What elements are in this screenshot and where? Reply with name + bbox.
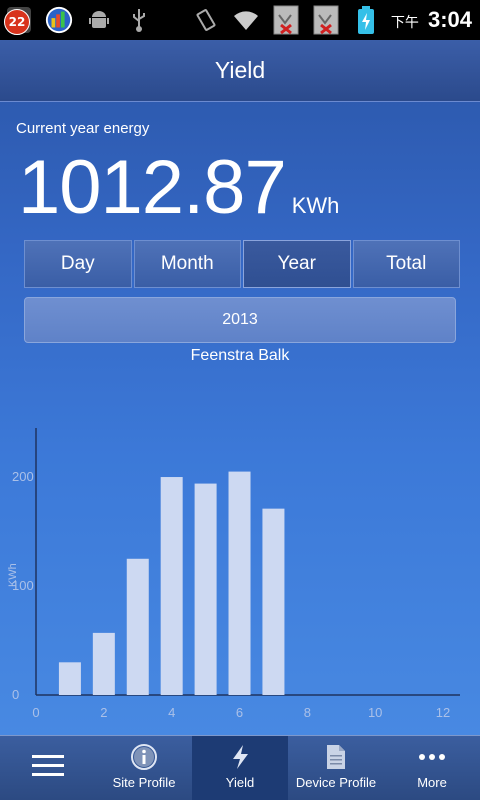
- bar-5: [194, 483, 217, 695]
- bar-1: [58, 662, 81, 695]
- more-icon: [416, 743, 448, 771]
- bar-7: [262, 508, 285, 695]
- nav-more-label: More: [417, 775, 447, 790]
- x-tick-label-2: 2: [100, 705, 107, 720]
- nav-more[interactable]: More: [384, 736, 480, 800]
- nav-yield[interactable]: Yield: [192, 736, 288, 800]
- nav-menu-button[interactable]: [0, 736, 96, 800]
- info-icon: [130, 743, 158, 771]
- tab-month[interactable]: Month: [133, 240, 241, 288]
- notification-count: 22: [4, 9, 30, 35]
- nav-site-profile[interactable]: Site Profile: [96, 736, 192, 800]
- yield-chart-svg: 0 2 4 6 8 10 120100200KWh: [7, 428, 460, 720]
- x-tick-label-10: 10: [368, 705, 382, 720]
- tab-year[interactable]: Year: [243, 240, 351, 288]
- usb-icon: [124, 5, 154, 35]
- nav-yield-label: Yield: [225, 775, 255, 790]
- document-icon: [324, 743, 348, 771]
- clock: 下午 3:04: [391, 7, 472, 33]
- clock-prefix: 下午: [390, 15, 419, 31]
- y-tick-label-200: 200: [12, 469, 34, 484]
- x-tick-label-6: 6: [236, 705, 243, 720]
- wifi-icon: [231, 5, 261, 35]
- nav-device-profile[interactable]: Device Profile: [288, 736, 384, 800]
- tab-total[interactable]: Total: [352, 240, 460, 288]
- app-screen: Yield Current year energy 1012.87 KWh Da…: [0, 40, 480, 735]
- x-tick-label-4: 4: [168, 705, 175, 720]
- energy-value-display: 1012.87 KWh: [18, 150, 339, 226]
- y-axis-label: KWh: [7, 563, 19, 587]
- yield-chart: 0 2 4 6 8 10 12 0 100 200 KWh: [0, 380, 480, 720]
- notification-badge-icon[interactable]: 22: [4, 5, 34, 35]
- bar-6: [228, 471, 251, 695]
- x-tick-label-12: 12: [436, 705, 450, 720]
- lightning-icon: [226, 743, 254, 771]
- menu-icon: [30, 752, 66, 780]
- energy-unit: KWh: [291, 193, 340, 218]
- bar-2: [92, 632, 115, 695]
- bar-3: [126, 558, 149, 695]
- battery-charging-icon: [351, 5, 381, 35]
- energy-label: Current year energy: [16, 120, 150, 137]
- chart-app-icon[interactable]: [44, 5, 74, 35]
- sim1-no-signal-icon: [271, 5, 301, 35]
- x-tick-label-0: 0: [32, 705, 39, 720]
- nav-site-profile-label: Site Profile: [112, 775, 176, 790]
- android-debug-icon: [84, 5, 114, 35]
- page-title: Yield: [0, 40, 480, 102]
- nav-device-profile-label: Device Profile: [295, 775, 377, 790]
- bottom-nav: Site Profile Yield Device Profile More: [0, 735, 480, 800]
- status-bar: 22 下午 3:04: [0, 0, 480, 40]
- tab-day[interactable]: Day: [24, 240, 132, 288]
- clock-time: 3:04: [427, 7, 472, 32]
- energy-value: 1012.87: [18, 145, 287, 230]
- y-tick-label-0: 0: [12, 687, 19, 702]
- sim2-no-signal-icon: [311, 5, 341, 35]
- vibrate-icon: [191, 5, 221, 35]
- period-tabs: Day Month Year Total: [24, 240, 460, 288]
- bar-4: [160, 477, 183, 695]
- x-tick-label-8: 8: [304, 705, 311, 720]
- year-selector-button[interactable]: 2013: [24, 297, 456, 343]
- site-name: Feenstra Balk: [190, 347, 290, 364]
